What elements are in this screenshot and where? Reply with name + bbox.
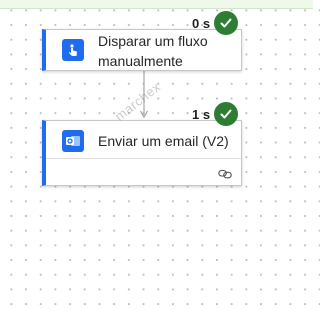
link-icon[interactable] — [218, 169, 232, 179]
top-status-strip — [0, 0, 313, 9]
trigger-status: 0 s — [192, 11, 239, 35]
trigger-duration: 0 s — [192, 15, 211, 31]
action-title: Enviar um email (V2) — [98, 133, 229, 149]
connector-arrow — [140, 71, 148, 119]
outlook-icon — [62, 130, 84, 152]
action-status: 1 s — [192, 102, 239, 126]
trigger-card[interactable]: Disparar um fluxo manualmente — [42, 29, 242, 71]
checkmark-circle-icon — [214, 102, 239, 126]
trigger-title: Disparar um fluxo manualmente — [98, 33, 208, 69]
action-card[interactable]: Enviar um email (V2) — [42, 120, 242, 186]
action-duration: 1 s — [192, 106, 211, 122]
checkmark-circle-icon — [214, 11, 239, 35]
card-divider — [46, 158, 241, 159]
watermark: marchex — [112, 79, 164, 124]
hand-tap-icon — [62, 39, 84, 61]
